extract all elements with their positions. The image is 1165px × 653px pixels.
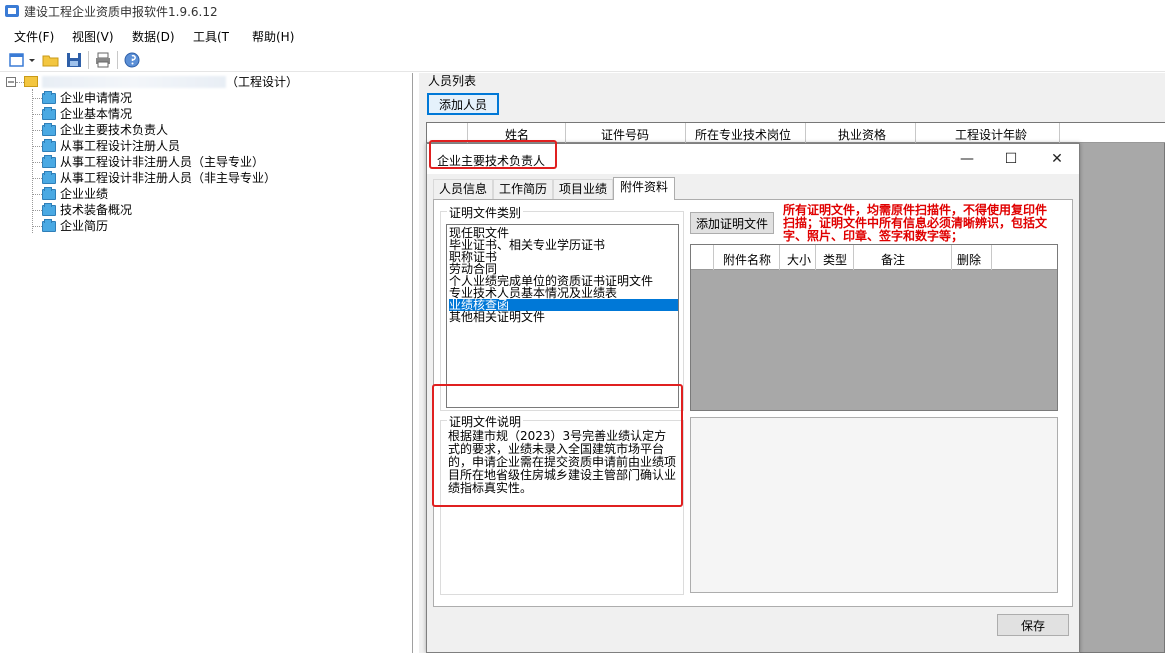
highlight-box-dialog-title	[429, 140, 557, 169]
folder-icon	[24, 76, 38, 87]
maximize-icon[interactable]: ☐	[1001, 149, 1021, 169]
folder-icon	[42, 171, 56, 184]
highlight-box-description	[432, 384, 683, 507]
grid-divider	[685, 123, 686, 143]
tree-connector	[16, 82, 24, 83]
grid-divider	[713, 245, 714, 270]
add-person-button[interactable]: 添加人员	[427, 93, 499, 115]
column-delete[interactable]: 删除	[957, 251, 981, 268]
tree-connector	[32, 89, 33, 233]
collapse-toggle[interactable]	[6, 75, 18, 87]
category-listbox[interactable]: 现任职文件 毕业证书、相关专业学历证书 职称证书 劳动合同 个人业绩完成单位的资…	[446, 224, 679, 408]
help-globe-icon[interactable]	[123, 51, 141, 69]
tree-item-application[interactable]: 企业申请情况	[60, 90, 132, 106]
redacted-company-name	[42, 76, 226, 88]
grid-divider	[951, 245, 952, 270]
new-icon[interactable]	[8, 51, 26, 69]
column-position[interactable]: 所在专业技术岗位	[695, 126, 791, 143]
tree-item-registered-staff[interactable]: 从事工程设计注册人员	[60, 138, 180, 154]
folder-icon	[42, 187, 56, 200]
tab-attachments[interactable]: 附件资料	[613, 177, 675, 200]
column-design-years[interactable]: 工程设计年龄	[955, 126, 1027, 143]
grid-divider	[991, 245, 992, 270]
folder-icon	[42, 123, 56, 136]
grid-divider	[779, 245, 780, 270]
save-icon[interactable]	[65, 51, 83, 69]
save-button[interactable]: 保存	[997, 614, 1069, 636]
grid-divider	[815, 245, 816, 270]
tree-connector	[32, 114, 42, 115]
column-attachment-name[interactable]: 附件名称	[723, 251, 771, 268]
close-icon[interactable]: ✕	[1047, 149, 1067, 169]
tree-connector	[32, 98, 42, 99]
tree-item-performance[interactable]: 企业业绩	[60, 186, 108, 202]
tree-connector	[32, 178, 42, 179]
tree-connector	[32, 226, 42, 227]
column-size[interactable]: 大小	[787, 251, 811, 268]
tree-connector	[32, 146, 42, 147]
open-folder-icon[interactable]	[42, 51, 60, 69]
warning-text: 所有证明文件，均需原件扫描件，不得使用复印件扫描；证明文件中所有信息必须清晰辨识…	[783, 203, 1048, 243]
grid-divider	[805, 123, 806, 143]
toolbar-separator	[117, 51, 118, 69]
category-group-label: 证明文件类别	[447, 204, 524, 221]
grid-divider	[915, 123, 916, 143]
list-item[interactable]: 其他相关证明文件	[449, 311, 678, 323]
tab-person-info[interactable]: 人员信息	[433, 179, 493, 200]
menu-data[interactable]: 数据(D)	[132, 28, 175, 45]
column-type[interactable]: 类型	[823, 251, 847, 268]
print-icon[interactable]	[94, 51, 112, 69]
attachment-grid-header: 附件名称 大小 类型 备注 删除	[691, 245, 1057, 270]
title-bar: 建设工程企业资质申报软件1.9.6.12	[0, 0, 1165, 22]
toolbar-separator	[88, 51, 89, 69]
add-file-button[interactable]: 添加证明文件	[690, 212, 774, 234]
folder-icon	[42, 219, 56, 232]
menu-view[interactable]: 视图(V)	[72, 28, 114, 45]
toolbar	[0, 48, 1165, 72]
chevron-down-icon[interactable]	[27, 51, 37, 69]
tree-connector	[32, 210, 42, 211]
folder-icon	[42, 203, 56, 216]
attachment-preview	[690, 417, 1058, 593]
grid-divider	[853, 245, 854, 270]
tab-work-history[interactable]: 工作简历	[493, 179, 553, 200]
folder-icon	[42, 139, 56, 152]
tree-item-basic-info[interactable]: 企业基本情况	[60, 106, 132, 122]
tree-item-nonregistered-other[interactable]: 从事工程设计非注册人员（非主导专业）	[60, 170, 276, 186]
column-qualification[interactable]: 执业资格	[838, 126, 886, 143]
menu-file[interactable]: 文件(F)	[14, 28, 54, 45]
menu-bar: 文件(F) 视图(V) 数据(D) 工具(T 帮助(H)	[0, 24, 1165, 46]
column-id-number[interactable]: 证件号码	[601, 126, 649, 143]
menu-tools[interactable]: 工具(T	[193, 28, 229, 45]
folder-icon	[42, 107, 56, 120]
tree-item-tech-leader[interactable]: 企业主要技术负责人	[60, 122, 168, 138]
tree-item-nonregistered-main[interactable]: 从事工程设计非注册人员（主导专业）	[60, 154, 264, 170]
grid-divider	[565, 123, 566, 143]
tree-connector	[32, 130, 42, 131]
folder-icon	[42, 91, 56, 104]
minimize-icon[interactable]: —	[957, 149, 977, 169]
tree-item-equipment[interactable]: 技术装备概况	[60, 202, 132, 218]
column-remark[interactable]: 备注	[881, 251, 905, 268]
grid-divider	[1059, 123, 1060, 143]
folder-icon	[42, 155, 56, 168]
app-title: 建设工程企业资质申报软件1.9.6.12	[24, 5, 218, 19]
navigation-tree: （工程设计） 企业申请情况 企业基本情况 企业主要技术负责人 从事工程设计注册人…	[0, 73, 413, 653]
personnel-section-label: 人员列表	[428, 74, 477, 88]
tree-item-history[interactable]: 企业简历	[60, 218, 108, 234]
tree-connector	[32, 162, 42, 163]
tree-connector	[32, 194, 42, 195]
menu-help[interactable]: 帮助(H)	[252, 28, 294, 45]
tree-root-label[interactable]: （工程设计）	[226, 74, 298, 90]
app-icon	[5, 5, 19, 17]
tab-project-performance[interactable]: 项目业绩	[553, 179, 613, 200]
